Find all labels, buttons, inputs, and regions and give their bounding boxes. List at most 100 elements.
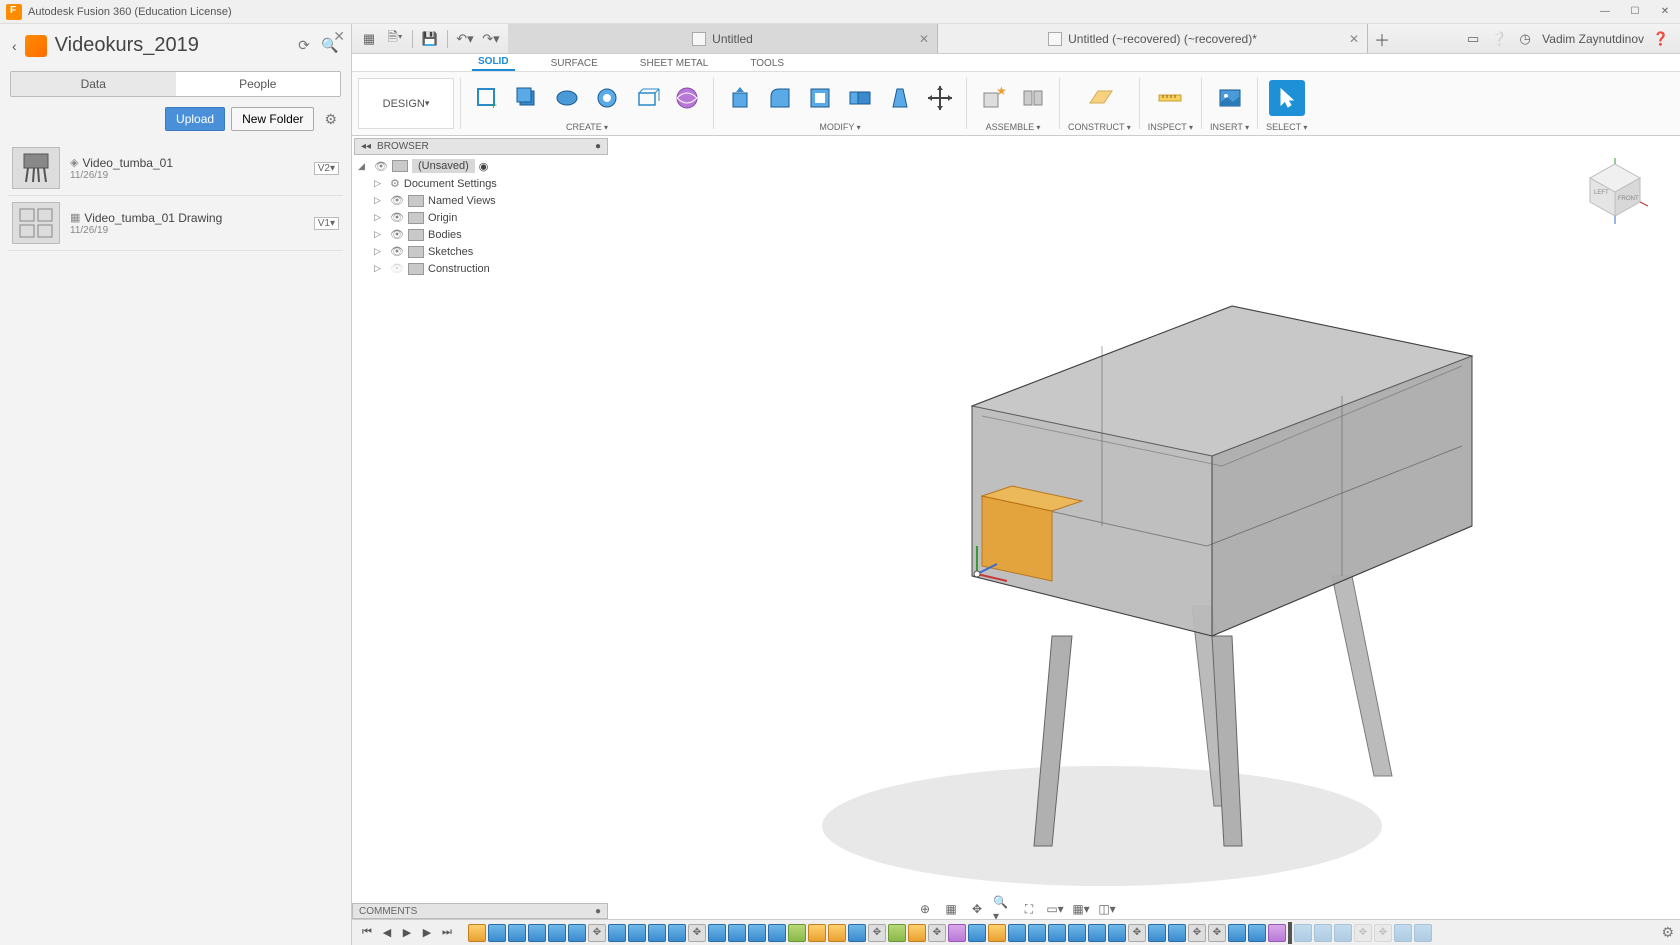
zoom-icon[interactable]: 🔍▾ <box>993 900 1013 918</box>
display-settings-icon[interactable]: ▭▾ <box>1045 900 1065 918</box>
timeline-feature[interactable] <box>1228 924 1246 942</box>
timeline-feature[interactable] <box>908 924 926 942</box>
fillet-tool[interactable] <box>762 80 798 116</box>
timeline-feature[interactable] <box>728 924 746 942</box>
timeline-feature[interactable] <box>608 924 626 942</box>
refresh-icon[interactable]: ⟳ <box>295 37 313 55</box>
visibility-icon[interactable]: 👁 <box>390 228 404 241</box>
timeline-feature[interactable] <box>1268 924 1286 942</box>
joint-tool[interactable] <box>1015 80 1051 116</box>
ws-tab-tools[interactable]: TOOLS <box>744 56 790 71</box>
data-item[interactable]: ◈Video_tumba_01 11/26/19 V2▾ <box>8 141 343 196</box>
ws-tab-surface[interactable]: SURFACE <box>545 56 604 71</box>
ribbon-group-label[interactable]: SELECT <box>1266 122 1307 133</box>
viewport[interactable]: ◂◂ BROWSER ● ◢ 👁 (Unsaved) ◉ ▷⚙Document … <box>352 136 1680 919</box>
ws-tab-solid[interactable]: SOLID <box>472 54 515 71</box>
new-component-tool[interactable]: ★ <box>975 80 1011 116</box>
timeline-feature[interactable] <box>568 924 586 942</box>
browser-node[interactable]: ▷⚙Document Settings <box>354 175 608 192</box>
timeline-feature[interactable] <box>808 924 826 942</box>
ribbon-group-label[interactable]: INSPECT <box>1148 122 1193 133</box>
viewport-settings-icon[interactable]: ◫▾ <box>1097 900 1117 918</box>
upload-button[interactable]: Upload <box>165 107 225 131</box>
tab-close-icon[interactable]: ✕ <box>919 32 929 46</box>
visibility-icon[interactable]: 👁 <box>374 160 388 173</box>
expand-icon[interactable]: ▷ <box>374 246 386 257</box>
timeline-feature[interactable] <box>948 924 966 942</box>
browser-node[interactable]: ▷👁Bodies <box>354 226 608 243</box>
draft-tool[interactable] <box>882 80 918 116</box>
measure-tool[interactable] <box>1152 80 1188 116</box>
help-icon[interactable]: ❔ <box>1490 30 1508 48</box>
visibility-icon[interactable]: 👁 <box>390 262 404 275</box>
ribbon-group-label[interactable]: MODIFY <box>819 122 860 133</box>
select-tool[interactable] <box>1269 80 1305 116</box>
visibility-icon[interactable]: 👁 <box>390 245 404 258</box>
timeline-feature[interactable] <box>708 924 726 942</box>
timeline-feature[interactable] <box>1028 924 1046 942</box>
extensions-icon[interactable]: ▭ <box>1464 30 1482 48</box>
revolve-tool[interactable] <box>549 80 585 116</box>
timeline-feature[interactable] <box>548 924 566 942</box>
timeline-feature[interactable] <box>1248 924 1266 942</box>
visibility-icon[interactable]: 👁 <box>390 194 404 207</box>
collapse-icon[interactable]: ● <box>595 906 601 917</box>
new-folder-button[interactable]: New Folder <box>231 107 314 131</box>
fit-icon[interactable]: ⛶ <box>1019 900 1039 918</box>
timeline-feature[interactable] <box>848 924 866 942</box>
ws-tab-sheetmetal[interactable]: SHEET METAL <box>634 56 715 71</box>
user-name[interactable]: Vadim Zaynutdinov <box>1542 32 1644 46</box>
timeline-feature[interactable] <box>1108 924 1126 942</box>
expand-icon[interactable]: ▷ <box>374 229 386 240</box>
new-tab-button[interactable]: ＋ <box>1368 24 1396 53</box>
browser-node[interactable]: ▷👁Construction <box>354 260 608 277</box>
expand-icon[interactable]: ▷ <box>374 195 386 206</box>
expand-icon[interactable]: ▷ <box>374 178 386 189</box>
move-tool[interactable] <box>922 80 958 116</box>
clock-icon[interactable]: ◷ <box>1516 30 1534 48</box>
undo-icon[interactable]: ↶▾ <box>454 28 476 50</box>
comments-bar[interactable]: COMMENTS ● <box>352 903 608 919</box>
browser-root[interactable]: ◢ 👁 (Unsaved) ◉ <box>354 157 608 175</box>
timeline-feature[interactable] <box>1394 924 1412 942</box>
timeline-feature[interactable] <box>968 924 986 942</box>
document-tab[interactable]: Untitled ✕ <box>508 24 938 53</box>
timeline-feature[interactable]: ✥ <box>1188 924 1206 942</box>
pin-icon[interactable]: ◂◂ <box>361 141 371 152</box>
collapse-icon[interactable]: ● <box>595 141 601 152</box>
ribbon-group-label[interactable]: CONSTRUCT <box>1068 122 1131 133</box>
expand-icon[interactable]: ▷ <box>374 212 386 223</box>
data-item[interactable]: ▦Video_tumba_01 Drawing 11/26/19 V1▾ <box>8 196 343 251</box>
extrude-tool[interactable] <box>509 80 545 116</box>
browser-node[interactable]: ▷👁Origin <box>354 209 608 226</box>
timeline-feature[interactable] <box>488 924 506 942</box>
timeline-feature[interactable] <box>828 924 846 942</box>
browser-node[interactable]: ▷👁Sketches <box>354 243 608 260</box>
timeline-feature[interactable] <box>988 924 1006 942</box>
timeline-feature[interactable] <box>1048 924 1066 942</box>
item-version[interactable]: V1▾ <box>314 217 339 230</box>
ribbon-group-label[interactable]: INSERT <box>1210 122 1249 133</box>
timeline-feature[interactable] <box>1294 924 1312 942</box>
expand-icon[interactable]: ◢ <box>358 161 370 172</box>
browser-header[interactable]: ◂◂ BROWSER ● <box>354 138 608 155</box>
document-tab[interactable]: Untitled (~recovered) (~recovered)* ✕ <box>938 24 1368 53</box>
visibility-icon[interactable]: 👁 <box>390 211 404 224</box>
timeline-feature[interactable]: ✥ <box>688 924 706 942</box>
timeline-feature[interactable] <box>888 924 906 942</box>
panel-close-icon[interactable]: ✕ <box>333 28 345 45</box>
box-tool[interactable] <box>629 80 665 116</box>
user-help-icon[interactable]: ❓ <box>1652 30 1670 48</box>
timeline-feature[interactable] <box>748 924 766 942</box>
create-sketch-tool[interactable]: + <box>469 80 505 116</box>
panel-settings-icon[interactable]: ⚙ <box>320 111 341 128</box>
timeline-feature[interactable] <box>1008 924 1026 942</box>
timeline-feature[interactable] <box>1068 924 1086 942</box>
timeline-feature[interactable] <box>628 924 646 942</box>
timeline-settings-icon[interactable]: ⚙ <box>1661 924 1674 941</box>
timeline-marker[interactable] <box>1288 922 1292 944</box>
timeline-play-icon[interactable]: ▶ <box>398 924 416 942</box>
timeline-feature[interactable] <box>1334 924 1352 942</box>
timeline-feature[interactable]: ✥ <box>1354 924 1372 942</box>
construct-plane-tool[interactable] <box>1081 80 1117 116</box>
